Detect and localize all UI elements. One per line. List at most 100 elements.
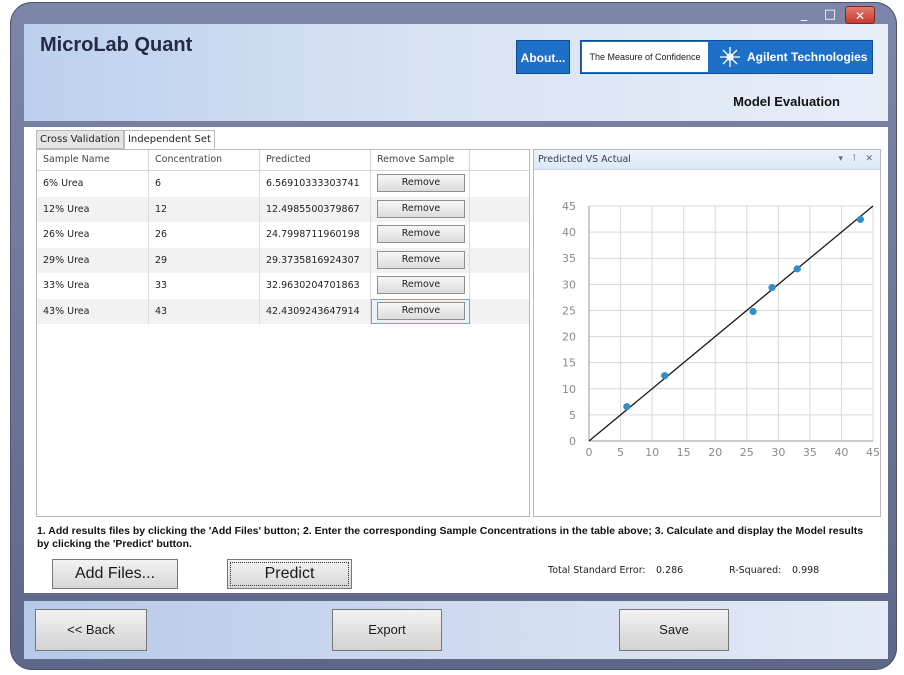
x-tick-label: 25 — [740, 446, 754, 459]
add-files-button[interactable]: Add Files... — [52, 559, 178, 589]
concentration-cell[interactable]: 26 — [149, 222, 260, 248]
x-tick-label: 0 — [586, 446, 593, 459]
tse-label: Total Standard Error: — [548, 565, 646, 576]
predicted-cell: 24.7998711960198 — [260, 222, 371, 248]
concentration-cell[interactable]: 29 — [149, 247, 260, 273]
table-row[interactable]: 6% Urea 6 6.56910333303741 Remove — [37, 171, 529, 197]
x-tick-label: 20 — [708, 446, 722, 459]
banner-company: Agilent Technologies — [747, 50, 868, 64]
empty-cell — [470, 171, 529, 197]
empty-cell — [470, 248, 529, 274]
app-title: MicroLab Quant — [40, 34, 193, 56]
column-header[interactable]: Concentration — [149, 150, 260, 170]
y-tick-label: 40 — [562, 226, 576, 239]
data-point — [749, 307, 757, 316]
remove-cell-focused: Remove — [371, 298, 470, 324]
y-tick-label: 10 — [562, 383, 576, 396]
predicted-cell: 29.3735816924307 — [260, 247, 371, 273]
banner-tagline: The Measure of Confidence — [582, 42, 708, 72]
y-tick-label: 45 — [562, 200, 576, 213]
minimize-button[interactable]: _ — [793, 6, 815, 24]
remove-cell: Remove — [371, 247, 470, 273]
remove-button[interactable]: Remove — [377, 174, 465, 192]
table-header: Sample Name Concentration Predicted Remo… — [37, 150, 529, 171]
x-tick-label: 5 — [617, 446, 624, 459]
y-tick-label: 35 — [562, 252, 576, 265]
maximize-button[interactable]: □ — [819, 6, 841, 24]
concentration-cell[interactable]: 33 — [149, 273, 260, 299]
remove-button[interactable]: Remove — [377, 225, 465, 243]
concentration-cell[interactable]: 43 — [149, 298, 260, 324]
page-subtitle: Model Evaluation — [733, 94, 840, 109]
instructions-text: 1. Add results files by clicking the 'Ad… — [37, 525, 864, 550]
tab-independent-set[interactable]: Independent Set — [123, 130, 215, 149]
close-button[interactable]: ✕ — [845, 6, 875, 24]
back-button[interactable]: << Back — [35, 609, 147, 651]
remove-button[interactable]: Remove — [377, 276, 465, 294]
chart-panel: Predicted VS Actual ▾ ⊺ ✕ 0 5 10 15 20 25 30 35… — [533, 149, 881, 517]
predicted-cell: 6.56910333303741 — [260, 171, 371, 197]
table-row[interactable]: 29% Urea 29 29.3735816924307 Remove — [37, 247, 529, 274]
sample-name-cell[interactable]: 33% Urea — [37, 273, 149, 299]
data-point — [793, 265, 801, 273]
content-area: Cross Validation Independent Set Sample … — [24, 127, 888, 593]
scatter-chart: 0 5 10 15 20 25 30 35 40 45 0 5 10 15 20 25 30 35 40 45 — [562, 200, 880, 459]
remove-cell: Remove — [371, 273, 470, 299]
remove-button[interactable]: Remove — [377, 250, 465, 269]
sample-name-cell[interactable]: 6% Urea — [37, 171, 149, 197]
remove-cell: Remove — [371, 222, 470, 248]
sample-table: Sample Name Concentration Predicted Remo… — [36, 149, 530, 517]
predict-button[interactable]: Predict — [227, 559, 352, 589]
empty-cell — [470, 299, 529, 325]
y-tick-label: 0 — [569, 435, 576, 448]
panel-pin-close-icons[interactable]: ▾ ⊺ ✕ — [839, 150, 876, 169]
x-tick-label: 30 — [771, 446, 785, 459]
predicted-cell: 42.4309243647914 — [260, 298, 371, 324]
table-body: 6% Urea 6 6.56910333303741 Remove 12% Ur… — [37, 171, 529, 324]
data-point — [768, 284, 776, 292]
r2-value: 0.998 — [792, 565, 820, 576]
table-row[interactable]: 43% Urea 43 42.4309243647914 Remove — [37, 298, 529, 325]
column-header[interactable]: Predicted — [260, 150, 371, 170]
remove-cell: Remove — [371, 171, 470, 197]
sample-name-cell[interactable]: 26% Urea — [37, 222, 149, 248]
sample-name-cell[interactable]: 12% Urea — [37, 196, 149, 222]
remove-button[interactable]: Remove — [377, 199, 465, 218]
table-row[interactable]: 26% Urea 26 24.7998711960198 Remove — [37, 222, 529, 248]
x-tick-label: 10 — [645, 446, 659, 459]
data-point — [623, 403, 631, 411]
x-tick-label: 35 — [803, 446, 817, 459]
about-button[interactable]: About... — [516, 40, 570, 74]
concentration-cell[interactable]: 6 — [149, 171, 260, 197]
data-point — [856, 215, 864, 224]
sample-name-cell[interactable]: 29% Urea — [37, 247, 149, 273]
r2-label: R-Squared: — [729, 565, 782, 576]
column-header — [470, 150, 529, 170]
y-tick-label: 25 — [562, 304, 576, 317]
x-tick-label: 45 — [866, 446, 880, 459]
save-button[interactable]: Save — [619, 609, 729, 651]
agilent-spark-icon — [720, 47, 740, 67]
y-tick-label: 20 — [562, 331, 576, 344]
table-row[interactable]: 12% Urea 12 12.4985500379867 Remove — [37, 196, 529, 222]
y-tick-label: 30 — [562, 278, 576, 291]
table-row[interactable]: 33% Urea 33 32.9630204701863 Remove — [37, 273, 529, 299]
tse-value: 0.286 — [656, 565, 684, 576]
fit-line — [588, 205, 874, 442]
chart-panel-title: Predicted VS Actual — [538, 154, 631, 165]
column-header[interactable]: Remove Sample — [371, 150, 470, 170]
agilent-banner: The Measure of Confidence Agilent Techno… — [580, 40, 873, 74]
column-header[interactable]: Sample Name — [37, 150, 149, 170]
remove-cell: Remove — [371, 196, 470, 222]
remove-button[interactable]: Remove — [377, 301, 465, 320]
tab-cross-validation[interactable]: Cross Validation — [36, 130, 124, 149]
y-tick-label: 5 — [569, 409, 576, 422]
predicted-cell: 12.4985500379867 — [260, 196, 371, 222]
concentration-cell[interactable]: 12 — [149, 196, 260, 222]
empty-cell — [470, 273, 529, 299]
header: MicroLab Quant About... The Measure of C… — [24, 24, 888, 121]
sample-name-cell[interactable]: 43% Urea — [37, 298, 149, 324]
x-tick-label: 40 — [834, 446, 848, 459]
footer-bar: << Back Export Save — [24, 601, 888, 659]
export-button[interactable]: Export — [332, 609, 442, 651]
